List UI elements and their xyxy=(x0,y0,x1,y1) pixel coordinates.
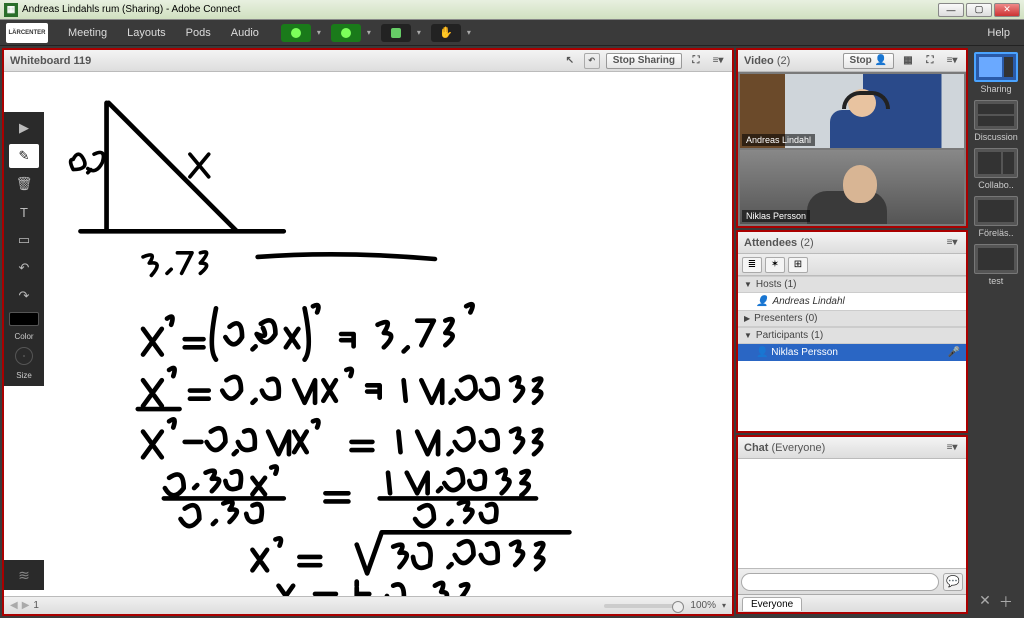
attendee-toolbar: ≣ ✶ ⊞ xyxy=(738,254,966,276)
page-prev-icon[interactable]: ◀ xyxy=(10,600,18,611)
zoom-dropdown-icon[interactable]: ▾ xyxy=(722,601,726,610)
chat-send-button[interactable]: 💬 xyxy=(943,573,963,591)
close-button[interactable]: ✕ xyxy=(994,3,1020,17)
webcam-toggle[interactable]: ▾ xyxy=(381,24,411,42)
layers-button[interactable]: ≋ xyxy=(4,560,44,590)
page-next-icon[interactable]: ▶ xyxy=(22,600,30,611)
section-participants[interactable]: ▼Participants (1) xyxy=(738,327,966,344)
brand-logo: LÄRCENTER xyxy=(6,23,48,43)
attendees-title: Attendees xyxy=(744,237,797,249)
workspace: Whiteboard 119 ↖ ↶ Stop Sharing ⛶ ≡▾ ▶ ✎… xyxy=(0,46,1024,618)
layout-sharing[interactable]: Sharing xyxy=(973,52,1019,94)
select-tool[interactable]: ▶ xyxy=(9,116,39,140)
window-titlebar: ▦ Andreas Lindahls rum (Sharing) - Adobe… xyxy=(0,0,1024,20)
attendees-header: Attendees (2) ≡▾ xyxy=(738,232,966,254)
size-picker[interactable] xyxy=(15,347,33,365)
menu-help[interactable]: Help xyxy=(979,27,1018,39)
menu-meeting[interactable]: Meeting xyxy=(58,27,117,39)
video-label-1: Andreas Lindahl xyxy=(742,134,815,146)
shape-tool[interactable]: ▭ xyxy=(9,228,39,252)
zoom-slider[interactable] xyxy=(604,604,684,608)
undo-last-icon[interactable]: ↶ xyxy=(584,53,600,69)
attendee-view-list-icon[interactable]: ≣ xyxy=(742,257,762,273)
stop-sharing-button[interactable]: Stop Sharing xyxy=(606,53,682,69)
layout-test[interactable]: test xyxy=(973,244,1019,286)
video-fullscreen-icon[interactable]: ⛶ xyxy=(922,53,938,69)
pointer-icon[interactable]: ↖ xyxy=(562,53,578,69)
color-swatch[interactable] xyxy=(9,312,39,326)
whiteboard-title: Whiteboard 119 xyxy=(10,55,91,67)
delete-tool[interactable]: 🗑 xyxy=(9,172,39,196)
section-presenters[interactable]: ▶Presenters (0) xyxy=(738,310,966,327)
window-title: Andreas Lindahls rum (Sharing) - Adobe C… xyxy=(22,4,240,15)
chat-title: Chat xyxy=(744,442,768,454)
pen-tool[interactable]: ✎ xyxy=(9,144,39,168)
text-tool[interactable]: T xyxy=(9,200,39,224)
attendee-row-participant[interactable]: 👤 Niklas Persson 🎤 xyxy=(738,344,966,361)
speaker-toggle[interactable]: ▾ xyxy=(281,24,311,42)
video-menu-icon[interactable]: ≡▾ xyxy=(944,53,960,69)
undo-tool[interactable]: ↶ xyxy=(9,256,39,280)
video-pod: Video (2) Stop 👤 ▦ ⛶ ≡▾ Andreas Lindahl … xyxy=(736,48,968,228)
layout-lecture[interactable]: Föreläs.. xyxy=(973,196,1019,238)
layout-collaboration[interactable]: Collabo.. xyxy=(973,148,1019,190)
attendees-count: (2) xyxy=(800,237,813,249)
mic-status-icon: 🎤 xyxy=(948,347,960,358)
attendee-row-host[interactable]: 👤Andreas Lindahl xyxy=(738,293,966,310)
menubar: LÄRCENTER Meeting Layouts Pods Audio ▾ ▾… xyxy=(0,20,1024,46)
size-label: Size xyxy=(9,369,39,382)
chat-pod: Chat (Everyone) ≡▾ 💬 Everyone xyxy=(736,435,968,614)
menu-pods[interactable]: Pods xyxy=(176,27,221,39)
menu-audio[interactable]: Audio xyxy=(221,27,269,39)
right-column: Video (2) Stop 👤 ▦ ⛶ ≡▾ Andreas Lindahl … xyxy=(736,48,968,616)
chat-header: Chat (Everyone) ≡▾ xyxy=(738,437,966,459)
redo-tool[interactable]: ↷ xyxy=(9,284,39,308)
video-stop-button[interactable]: Stop 👤 xyxy=(843,53,894,69)
chat-menu-icon[interactable]: ≡▾ xyxy=(944,440,960,456)
section-hosts[interactable]: ▼Hosts (1) xyxy=(738,276,966,293)
attendees-menu-icon[interactable]: ≡▾ xyxy=(944,235,960,251)
video-title: Video xyxy=(744,55,774,67)
video-count: (2) xyxy=(777,55,790,67)
zoom-value: 100% xyxy=(690,600,716,611)
attendees-pod: Attendees (2) ≡▾ ≣ ✶ ⊞ ▼Hosts (1) 👤Andre… xyxy=(736,230,968,433)
layouts-rail: Sharing Discussion Collabo.. Föreläs.. t… xyxy=(968,46,1024,618)
video-label-2: Niklas Persson xyxy=(742,210,810,222)
chat-tab-everyone[interactable]: Everyone xyxy=(742,597,802,611)
attendee-view-status-icon[interactable]: ✶ xyxy=(765,257,785,273)
menu-layouts[interactable]: Layouts xyxy=(117,27,176,39)
share-pod-header: Whiteboard 119 ↖ ↶ Stop Sharing ⛶ ≡▾ xyxy=(4,50,732,72)
whiteboard-canvas[interactable]: ▶ ✎ 🗑 T ▭ ↶ ↷ Color Size ≋ xyxy=(4,72,732,614)
fullscreen-icon[interactable]: ⛶ xyxy=(688,53,704,69)
whiteboard-footer: ◀ ▶ 1 100% ▾ xyxy=(4,596,732,614)
video-frame-1[interactable]: Andreas Lindahl xyxy=(740,74,964,148)
pod-menu-icon[interactable]: ≡▾ xyxy=(710,53,726,69)
maximize-button[interactable]: ▢ xyxy=(966,3,992,17)
video-body: Andreas Lindahl Niklas Persson xyxy=(738,72,966,226)
microphone-toggle[interactable]: ▾ xyxy=(331,24,361,42)
chat-scope: (Everyone) xyxy=(772,442,826,454)
chat-input[interactable] xyxy=(741,573,939,591)
raise-hand-toggle[interactable]: ✋▾ xyxy=(431,24,461,42)
share-pod: Whiteboard 119 ↖ ↶ Stop Sharing ⛶ ≡▾ ▶ ✎… xyxy=(2,48,734,616)
whiteboard-drawing xyxy=(44,72,732,596)
video-frame-2[interactable]: Niklas Persson xyxy=(740,150,964,224)
color-label: Color xyxy=(9,330,39,343)
attendee-breakout-icon[interactable]: ⊞ xyxy=(788,257,808,273)
chat-body xyxy=(738,459,966,568)
minimize-button[interactable]: — xyxy=(938,3,964,17)
layout-manage-icon[interactable]: ✕ xyxy=(979,592,991,612)
whiteboard-toolbar: ▶ ✎ 🗑 T ▭ ↶ ↷ Color Size xyxy=(4,112,44,386)
layout-discussion[interactable]: Discussion xyxy=(973,100,1019,142)
app-icon: ▦ xyxy=(4,3,18,17)
page-number: 1 xyxy=(33,600,39,611)
video-grid-icon[interactable]: ▦ xyxy=(900,53,916,69)
video-pod-header: Video (2) Stop 👤 ▦ ⛶ ≡▾ xyxy=(738,50,966,72)
layout-add-icon[interactable]: ＋ xyxy=(999,592,1013,612)
